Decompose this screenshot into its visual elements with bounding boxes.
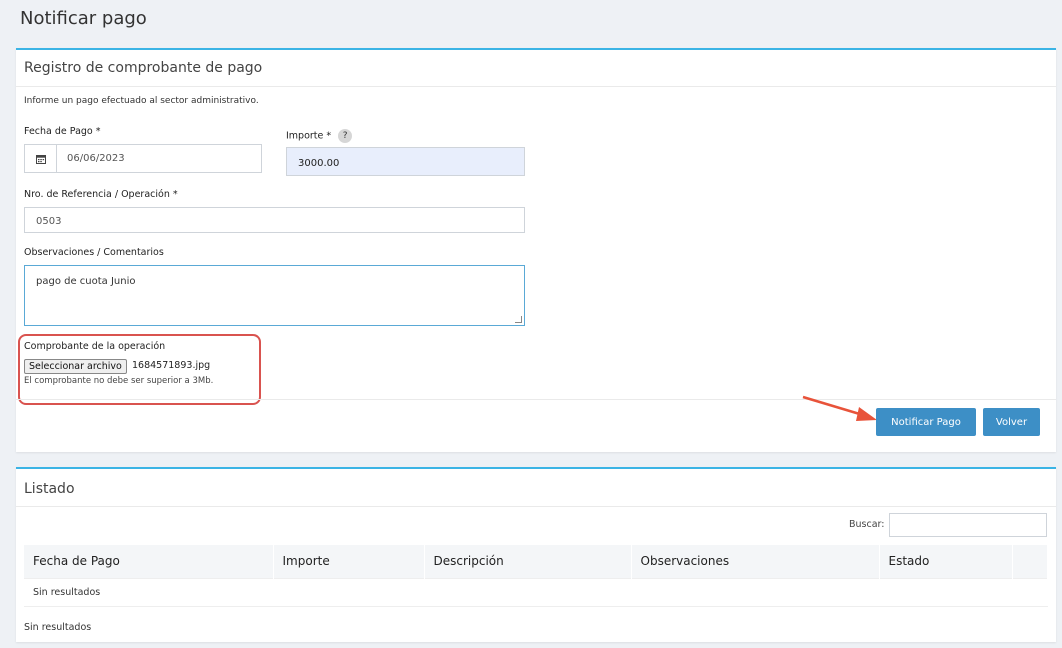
fecha-label: Fecha de Pago * [24,126,101,137]
resize-grip-icon[interactable] [515,316,522,323]
table-header: Fecha de Pago Importe Descripción Observ… [24,545,1048,578]
intro-text: Informe un pago efectuado al sector admi… [24,96,259,106]
comprobante-label: Comprobante de la operación [24,341,166,352]
arrow-annotation-icon [802,395,877,421]
table-footer-info: Sin resultados [24,622,92,633]
table-row: Sin resultados [24,577,1048,607]
page-title: Notificar pago [20,8,147,29]
col-fecha[interactable]: Fecha de Pago [24,545,274,578]
col-extra [1012,545,1048,578]
ref-label: Nro. de Referencia / Operación * [24,189,178,200]
obs-value: pago de cuota Junio [36,276,136,287]
fecha-field[interactable]: 06/06/2023 [24,144,262,173]
divider [16,86,1056,87]
col-importe[interactable]: Importe [273,545,425,578]
obs-label: Observaciones / Comentarios [24,247,164,258]
importe-input[interactable]: 3000.00 [286,147,525,176]
file-help-text: El comprobante no debe ser superior a 3M… [24,376,214,386]
col-descripcion[interactable]: Descripción [424,545,632,578]
file-name: 1684571893.jpg [132,360,211,371]
importe-label-row: Importe * ? [286,129,353,143]
listado-panel: Listado Buscar: Fecha de Pago Importe De… [16,467,1056,642]
divider [16,506,1056,507]
empty-row-text: Sin resultados [24,577,1048,607]
notificar-pago-button[interactable]: Notificar Pago [876,408,976,436]
calendar-icon[interactable] [25,145,57,172]
col-estado[interactable]: Estado [879,545,1013,578]
registro-title: Registro de comprobante de pago [24,60,263,76]
fecha-value: 06/06/2023 [67,153,125,164]
col-observaciones[interactable]: Observaciones [631,545,880,578]
ref-input[interactable]: 0503 [24,207,525,233]
payments-table: Fecha de Pago Importe Descripción Observ… [24,545,1048,607]
listado-title: Listado [24,481,75,497]
volver-button[interactable]: Volver [983,408,1040,436]
divider [16,399,1056,400]
obs-textarea[interactable]: pago de cuota Junio [24,265,525,326]
search-input[interactable] [889,513,1047,537]
file-select-button[interactable]: Seleccionar archivo [24,359,127,374]
registro-panel: Registro de comprobante de pago Informe … [16,48,1056,452]
importe-label: Importe * [286,130,332,142]
help-icon[interactable]: ? [338,129,353,143]
search-label: Buscar: [849,519,885,530]
